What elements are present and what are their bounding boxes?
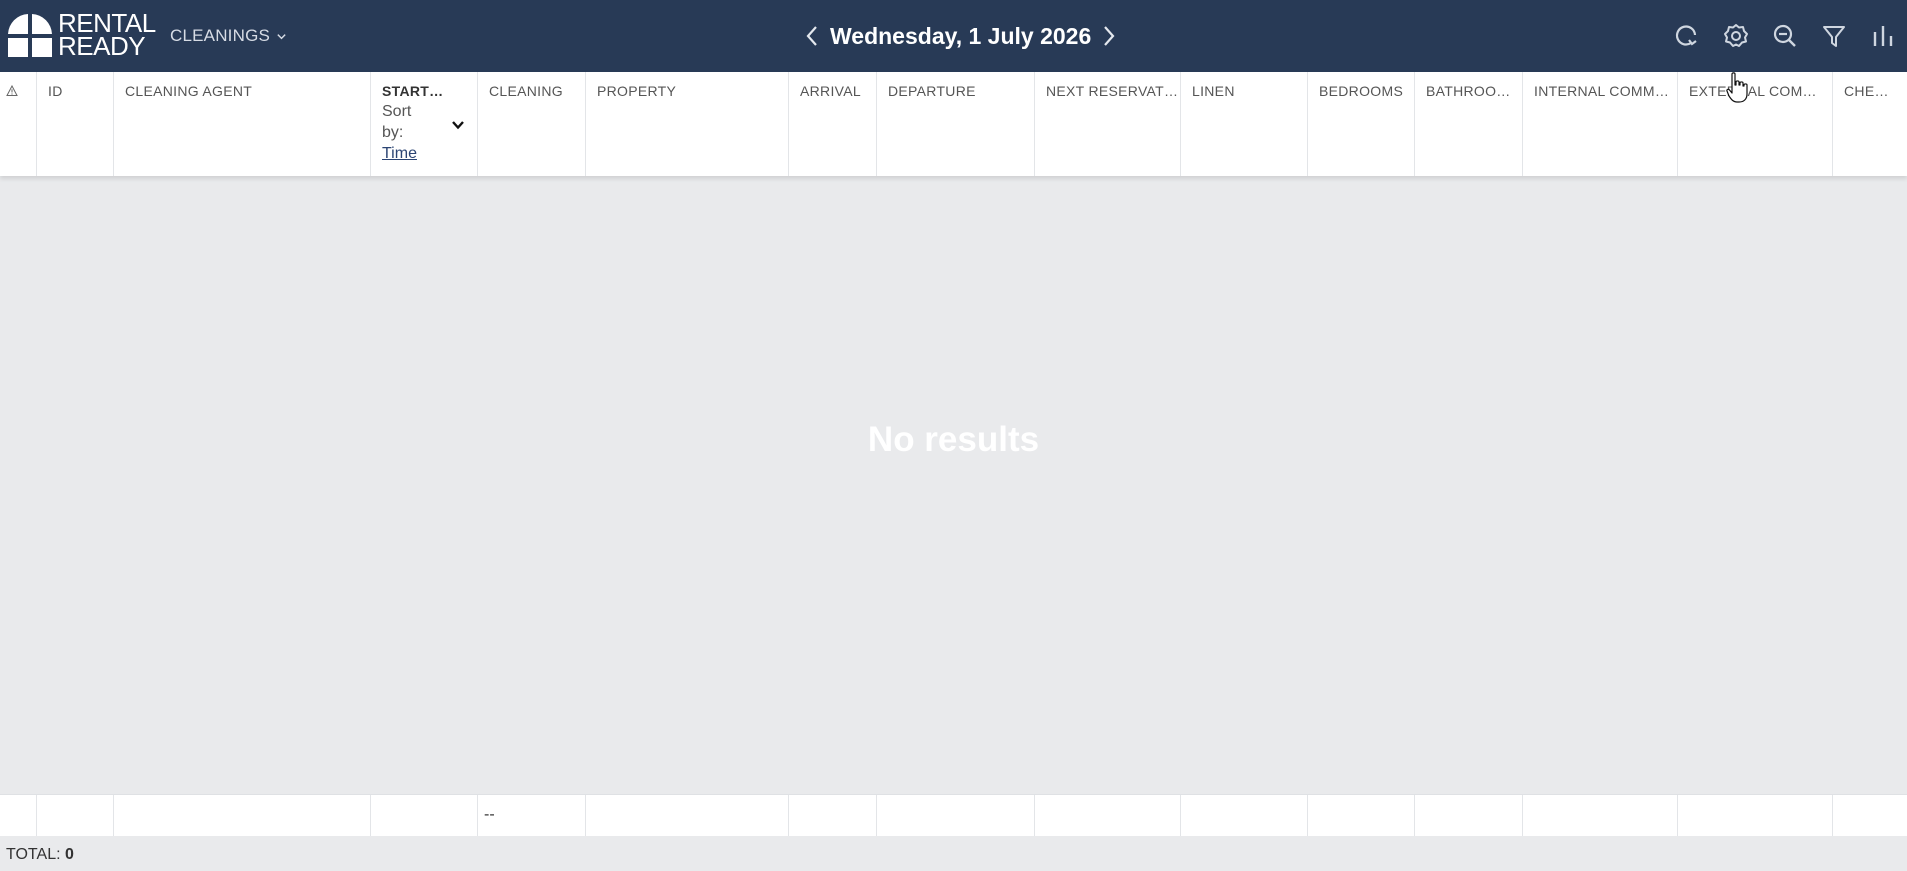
- settings-button[interactable]: [1711, 16, 1760, 56]
- column-label: START…: [382, 83, 444, 99]
- toolbar: [1662, 16, 1907, 56]
- previous-day-button[interactable]: [800, 18, 824, 54]
- settings-icon: [1723, 24, 1748, 47]
- chevron-left-icon: [806, 26, 817, 46]
- current-date[interactable]: Wednesday, 1 July 2026: [830, 23, 1091, 50]
- chevron-down-icon[interactable]: [451, 118, 465, 132]
- column-header-checkin[interactable]: CHE…: [1833, 72, 1907, 176]
- module-label: CLEANINGS: [170, 26, 271, 45]
- footer-cell: [1181, 795, 1308, 837]
- refresh-icon: [1675, 25, 1697, 46]
- sort-prefix: Sort by:: [382, 103, 412, 141]
- footer-cell: [114, 795, 371, 837]
- footer-cell: [0, 795, 37, 837]
- column-label: PROPERTY: [597, 83, 677, 99]
- column-label: INTERNAL COMM…: [1534, 83, 1670, 99]
- footer-cell: [1678, 795, 1833, 837]
- footer-cell: [1833, 795, 1907, 837]
- column-header-warning[interactable]: [0, 72, 37, 176]
- module-selector[interactable]: CLEANINGS: [170, 26, 287, 46]
- column-label: CHE…: [1844, 83, 1889, 99]
- footer-cell: [371, 795, 478, 837]
- column-header-external-comments[interactable]: EXTERNAL COM…: [1678, 72, 1833, 176]
- columns-icon: [1873, 26, 1892, 46]
- column-header-linen[interactable]: LINEN: [1181, 72, 1308, 176]
- column-header-bathrooms[interactable]: BATHROO…: [1415, 72, 1523, 176]
- total-value: 0: [64, 846, 74, 863]
- column-header-next-reservation[interactable]: NEXT RESERVAT…: [1035, 72, 1181, 176]
- total-label: TOTAL:: [6, 846, 61, 863]
- column-label: DEPARTURE: [888, 83, 976, 99]
- column-header-property[interactable]: PROPERTY: [586, 72, 789, 176]
- column-label: ID: [48, 83, 63, 99]
- filter-icon: [1822, 26, 1845, 47]
- brand-line-2: READY: [58, 31, 146, 61]
- footer-cell-cleaning: --: [478, 795, 586, 837]
- footer-cell: [586, 795, 789, 837]
- column-header-id[interactable]: ID: [37, 72, 114, 176]
- total-bar: TOTAL: 0: [0, 836, 1907, 871]
- column-label: NEXT RESERVAT…: [1046, 83, 1179, 99]
- column-header-cleaning-agent[interactable]: CLEANING AGENT: [114, 72, 371, 176]
- footer-cell: [1035, 795, 1181, 837]
- empty-state-message: No results: [867, 420, 1040, 459]
- next-day-button[interactable]: [1097, 18, 1121, 54]
- columns-button[interactable]: [1858, 16, 1907, 56]
- filter-button[interactable]: [1809, 16, 1858, 56]
- refresh-button[interactable]: [1662, 16, 1711, 56]
- column-label: EXTERNAL COM…: [1689, 83, 1817, 99]
- sort-value-link[interactable]: Time: [382, 145, 417, 162]
- footer-cell: [1308, 795, 1415, 837]
- column-label: ARRIVAL: [800, 83, 861, 99]
- column-label: CLEANING: [489, 83, 563, 99]
- zoom-out-button[interactable]: [1760, 16, 1809, 56]
- rental-ready-logo-icon: [8, 14, 52, 57]
- footer-cell: [1415, 795, 1523, 837]
- footer-cell: [877, 795, 1035, 837]
- column-label: LINEN: [1192, 83, 1235, 99]
- column-header-bedrooms[interactable]: BEDROOMS: [1308, 72, 1415, 176]
- brand-wordmark: RENTAL READY: [58, 10, 156, 61]
- footer-cell: [37, 795, 114, 837]
- footer-cell: [789, 795, 877, 837]
- zoom-out-icon: [1773, 24, 1796, 47]
- brand-logo[interactable]: RENTAL READY: [8, 10, 156, 61]
- column-header-internal-comments[interactable]: INTERNAL COMM…: [1523, 72, 1678, 176]
- date-navigator: Wednesday, 1 July 2026: [800, 18, 1121, 54]
- column-header-cleaning[interactable]: CLEANING: [478, 72, 586, 176]
- column-header-departure[interactable]: DEPARTURE: [877, 72, 1035, 176]
- column-label: BEDROOMS: [1319, 83, 1404, 99]
- column-header-start[interactable]: START… Sort by: Time: [371, 72, 478, 176]
- footer-cell: [1523, 795, 1678, 837]
- chevron-down-icon: [277, 33, 286, 39]
- warning-icon: [6, 84, 18, 96]
- hand-pointer-icon: [1726, 72, 1748, 103]
- table-header: ID CLEANING AGENT START… Sort by: Time C…: [0, 72, 1907, 176]
- column-label: CLEANING AGENT: [125, 83, 253, 99]
- sort-control[interactable]: Sort by: Time: [382, 101, 477, 164]
- top-navigation-bar: RENTAL READY CLEANINGS Wednesday, 1 July…: [0, 0, 1907, 72]
- column-label: BATHROO…: [1426, 83, 1511, 99]
- column-header-arrival[interactable]: ARRIVAL: [789, 72, 877, 176]
- table-body[interactable]: No results: [0, 176, 1907, 794]
- table-footer: --: [0, 794, 1907, 837]
- chevron-right-icon: [1104, 26, 1115, 46]
